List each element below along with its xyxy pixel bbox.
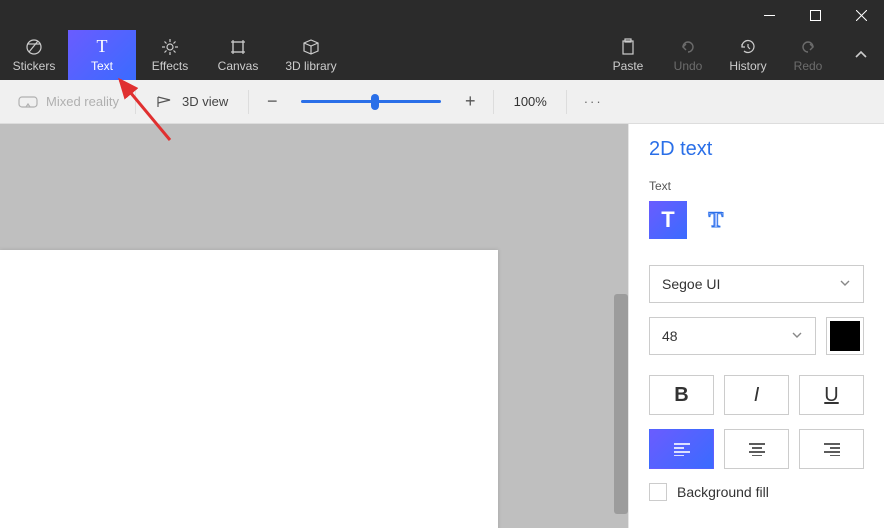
tool-label: 3D library — [285, 59, 336, 73]
canvas-viewport[interactable] — [0, 124, 628, 528]
divider — [493, 90, 494, 114]
color-preview — [830, 321, 860, 351]
tool-label: Paste — [613, 59, 644, 73]
tool-redo[interactable]: Redo — [778, 30, 838, 80]
tool-undo[interactable]: Undo — [658, 30, 718, 80]
font-dropdown[interactable]: Segoe UI — [649, 265, 864, 303]
tool-label: History — [729, 59, 766, 73]
italic-button[interactable]: I — [724, 375, 789, 415]
tool-label: Stickers — [13, 59, 56, 73]
tool-canvas[interactable]: Canvas — [204, 30, 272, 80]
text-panel: 2D text Text T T T Segoe UI 48 — [628, 124, 884, 528]
tool-label: Redo — [794, 59, 823, 73]
align-right-icon — [823, 442, 841, 456]
tool-stickers[interactable]: Stickers — [0, 30, 68, 80]
main-toolbar: Stickers T Text Effects Canvas 3D librar… — [0, 30, 884, 80]
library-icon — [301, 38, 321, 56]
canvas-page[interactable] — [0, 250, 498, 528]
bold-button[interactable]: B — [649, 375, 714, 415]
divider — [135, 90, 136, 114]
font-size-dropdown[interactable]: 48 — [649, 317, 816, 355]
maximize-button[interactable] — [792, 0, 838, 30]
minimize-button[interactable] — [746, 0, 792, 30]
3d-view-button[interactable]: 3D view — [142, 94, 242, 109]
secondary-bar: Mixed reality 3D view − + 100% ··· — [0, 80, 884, 124]
divider — [248, 90, 249, 114]
zoom-in-button[interactable]: + — [453, 85, 487, 119]
3d-view-label: 3D view — [182, 94, 228, 109]
zoom-value[interactable]: 100% — [500, 94, 560, 109]
zoom-slider[interactable] — [301, 100, 441, 103]
titlebar — [0, 0, 884, 30]
tool-paste[interactable]: Paste — [598, 30, 658, 80]
vr-icon — [18, 95, 38, 109]
collapse-toolbar-button[interactable] — [838, 30, 884, 80]
tool-label: Text — [91, 59, 113, 73]
stickers-icon — [25, 38, 43, 56]
zoom-slider-thumb[interactable] — [371, 94, 379, 110]
main-area: 2D text Text T T T Segoe UI 48 — [0, 124, 884, 528]
text-icon: T — [97, 38, 108, 56]
tool-label: Undo — [674, 59, 703, 73]
paste-icon — [620, 38, 636, 56]
more-button[interactable]: ··· — [573, 94, 613, 109]
divider — [566, 90, 567, 114]
underline-button[interactable]: U — [799, 375, 864, 415]
text-section-label: Text — [649, 179, 864, 193]
background-fill-label: Background fill — [677, 484, 769, 500]
2d-text-glyph: T — [661, 207, 674, 233]
tool-history[interactable]: History — [718, 30, 778, 80]
font-value: Segoe UI — [662, 276, 720, 292]
tool-effects[interactable]: Effects — [136, 30, 204, 80]
text-color-swatch[interactable] — [826, 317, 864, 355]
panel-title: 2D text — [649, 138, 864, 161]
history-icon — [739, 38, 757, 56]
3d-text-button[interactable]: T T — [697, 201, 735, 239]
tool-label: Canvas — [218, 59, 259, 73]
font-size-value: 48 — [662, 328, 678, 344]
flag-icon — [156, 95, 174, 109]
align-center-icon — [748, 442, 766, 456]
align-right-button[interactable] — [799, 429, 864, 469]
align-left-button[interactable] — [649, 429, 714, 469]
redo-icon — [799, 38, 817, 56]
tool-label: Effects — [152, 59, 188, 73]
2d-text-button[interactable]: T — [649, 201, 687, 239]
background-fill-checkbox[interactable] — [649, 483, 667, 501]
vertical-scrollbar[interactable] — [614, 294, 628, 514]
tool-text[interactable]: T Text — [68, 30, 136, 80]
chevron-down-icon — [791, 328, 803, 344]
undo-icon — [679, 38, 697, 56]
effects-icon — [161, 38, 179, 56]
align-left-icon — [673, 442, 691, 456]
canvas-icon — [229, 38, 247, 56]
chevron-down-icon — [839, 276, 851, 292]
align-center-button[interactable] — [724, 429, 789, 469]
zoom-out-button[interactable]: − — [255, 85, 289, 119]
tool-3d-library[interactable]: 3D library — [272, 30, 350, 80]
mixed-reality-label: Mixed reality — [46, 94, 119, 109]
close-button[interactable] — [838, 0, 884, 30]
mixed-reality-button: Mixed reality — [8, 94, 129, 109]
